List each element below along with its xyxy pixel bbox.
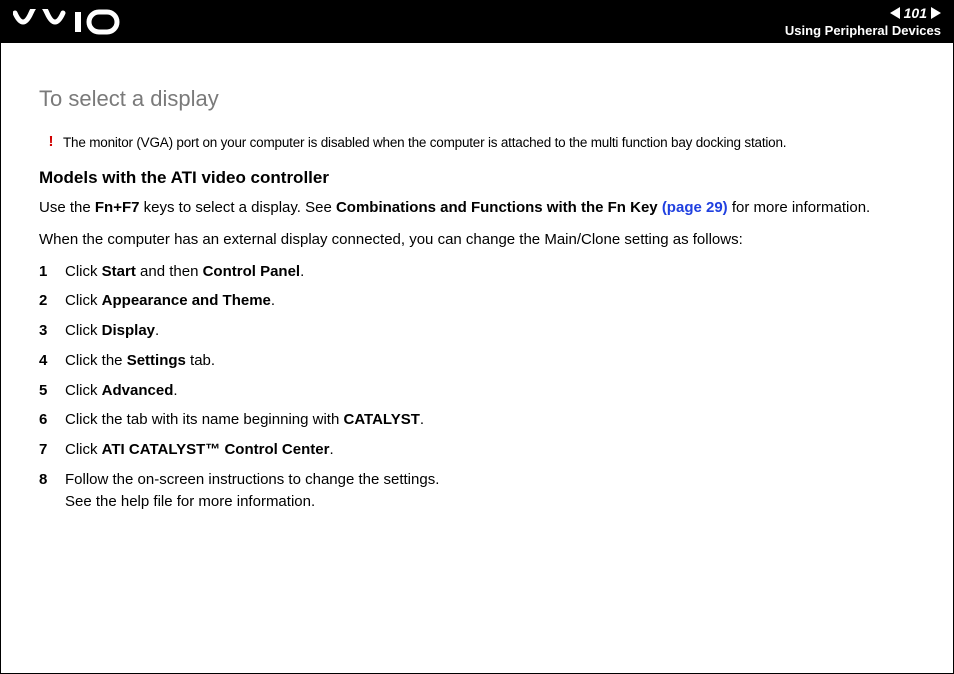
ui-label: Display (102, 322, 155, 339)
text: Click (65, 292, 102, 309)
text: tab. (186, 352, 215, 369)
step-item: 4 Click the Settings tab. (39, 350, 921, 372)
text: Click (65, 263, 102, 280)
vaio-logo (13, 9, 123, 35)
text: . (329, 441, 333, 458)
page: 101 Using Peripheral Devices To select a… (0, 0, 954, 674)
page-number: 101 (904, 5, 927, 21)
ui-label: Settings (127, 352, 186, 369)
ui-label: Control Panel (203, 263, 301, 280)
step-body: Follow the on-screen instructions to cha… (65, 469, 921, 513)
page-ref-link[interactable]: (page 29) (662, 199, 728, 216)
warning-note: ! The monitor (VGA) port on your compute… (39, 133, 921, 153)
prev-page-arrow-icon[interactable] (890, 7, 900, 19)
text: Follow the on-screen instructions to cha… (65, 471, 439, 488)
vaio-logo-svg (13, 9, 123, 35)
step-item: 1 Click Start and then Control Panel. (39, 261, 921, 283)
text: See the help file for more information. (65, 493, 315, 510)
ui-label: Advanced (102, 382, 174, 399)
text: Use the (39, 199, 95, 216)
step-item: 5 Click Advanced. (39, 380, 921, 402)
text: . (155, 322, 159, 339)
step-body: Click the tab with its name beginning wi… (65, 409, 921, 431)
step-number: 5 (39, 380, 65, 402)
page-title: To select a display (39, 83, 921, 115)
step-body: Click ATI CATALYST™ Control Center. (65, 439, 921, 461)
content-area: To select a display ! The monitor (VGA) … (1, 43, 953, 512)
ref-title: Combinations and Functions with the Fn K… (336, 199, 658, 216)
step-body: Click Advanced. (65, 380, 921, 402)
section-label: Using Peripheral Devices (785, 23, 941, 38)
step-number: 8 (39, 469, 65, 491)
step-number: 2 (39, 290, 65, 312)
subheading: Models with the ATI video controller (39, 166, 921, 191)
step-body: Click Appearance and Theme. (65, 290, 921, 312)
header-bar: 101 Using Peripheral Devices (1, 1, 953, 43)
ui-label: CATALYST (343, 411, 419, 428)
step-body: Click Start and then Control Panel. (65, 261, 921, 283)
header-right: 101 Using Peripheral Devices (785, 5, 941, 38)
warning-icon: ! (39, 133, 63, 149)
paragraph-2: When the computer has an external displa… (39, 229, 921, 251)
step-number: 3 (39, 320, 65, 342)
text: Click the (65, 352, 127, 369)
paragraph-1: Use the Fn+F7 keys to select a display. … (39, 197, 921, 219)
text: Click (65, 441, 102, 458)
text: . (173, 382, 177, 399)
text: . (420, 411, 424, 428)
text: and then (136, 263, 203, 280)
step-number: 6 (39, 409, 65, 431)
warning-text: The monitor (VGA) port on your computer … (63, 133, 786, 153)
next-page-arrow-icon[interactable] (931, 7, 941, 19)
text: Click (65, 322, 102, 339)
step-item: 8 Follow the on-screen instructions to c… (39, 469, 921, 513)
ui-label: Start (102, 263, 136, 280)
text: Click (65, 382, 102, 399)
text: for more information. (728, 199, 871, 216)
step-item: 6 Click the tab with its name beginning … (39, 409, 921, 431)
step-item: 2 Click Appearance and Theme. (39, 290, 921, 312)
step-number: 1 (39, 261, 65, 283)
steps-list: 1 Click Start and then Control Panel. 2 … (39, 261, 921, 513)
key-combo: Fn+F7 (95, 199, 140, 216)
step-number: 4 (39, 350, 65, 372)
text: keys to select a display. See (139, 199, 336, 216)
step-item: 3 Click Display. (39, 320, 921, 342)
page-nav: 101 (890, 5, 941, 21)
step-number: 7 (39, 439, 65, 461)
step-item: 7 Click ATI CATALYST™ Control Center. (39, 439, 921, 461)
ui-label: ATI CATALYST™ Control Center (102, 441, 330, 458)
ui-label: Appearance and Theme (102, 292, 271, 309)
step-body: Click the Settings tab. (65, 350, 921, 372)
step-body: Click Display. (65, 320, 921, 342)
text: Click the tab with its name beginning wi… (65, 411, 343, 428)
text: . (300, 263, 304, 280)
text: . (271, 292, 275, 309)
